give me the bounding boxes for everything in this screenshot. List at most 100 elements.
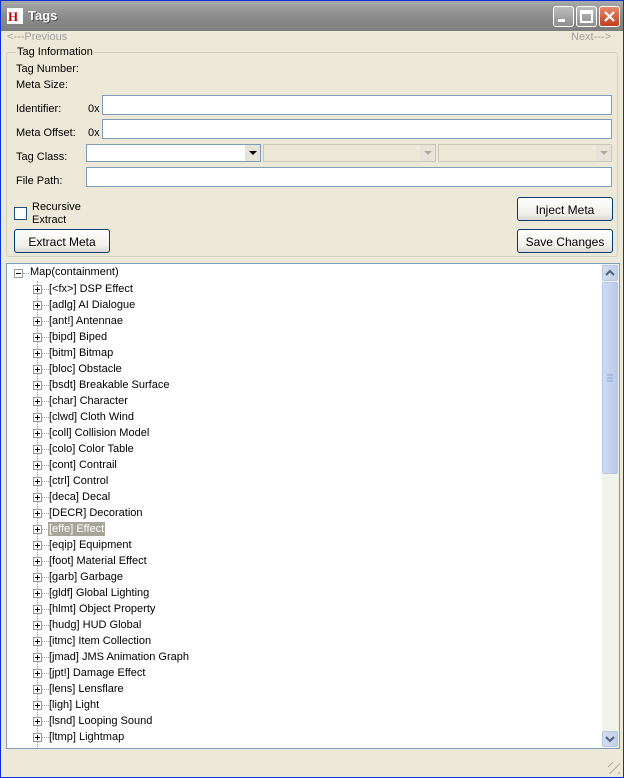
expand-icon[interactable] <box>33 493 42 502</box>
tree-item[interactable]: [gldf] Global Lighting <box>7 585 597 601</box>
expand-icon[interactable] <box>33 477 42 486</box>
tree-item[interactable]: [DECR] Decoration <box>7 505 597 521</box>
maximize-button[interactable] <box>576 6 597 27</box>
tree-item[interactable]: [coll] Collision Model <box>7 425 597 441</box>
file-path-input[interactable] <box>86 167 612 187</box>
tree-item-label: [hudg] HUD Global <box>49 619 142 631</box>
tree-item[interactable]: [jmad] JMS Animation Graph <box>7 649 597 665</box>
svg-text:H: H <box>8 9 18 24</box>
tree-item[interactable]: [adlg] AI Dialogue <box>7 297 597 313</box>
expand-icon[interactable] <box>33 541 42 550</box>
previous-link[interactable]: <---Previous <box>7 31 67 43</box>
tree-item[interactable]: [ant!] Antennae <box>7 313 597 329</box>
tag-tree[interactable]: Map(containment) [<fx>] DSP Effect [adlg]… <box>6 263 620 749</box>
expand-icon[interactable] <box>33 461 42 470</box>
expand-icon[interactable] <box>33 365 42 374</box>
tree-item[interactable]: [lsnd] Looping Sound <box>7 713 597 729</box>
tree-item-label: [clwd] Cloth Wind <box>49 411 134 423</box>
expand-icon[interactable] <box>33 381 42 390</box>
chevron-down-icon <box>420 145 435 161</box>
tree-item-label: [gldf] Global Lighting <box>49 587 150 599</box>
expand-icon[interactable] <box>33 637 42 646</box>
tree-item[interactable]: [<fx>] DSP Effect <box>7 281 597 297</box>
title-bar[interactable]: H Tags <box>1 1 623 31</box>
expand-icon[interactable] <box>33 605 42 614</box>
chevron-down-icon <box>596 145 611 161</box>
meta-offset-input[interactable] <box>102 119 612 139</box>
tree-item-label: [lsnd] Looping Sound <box>49 715 153 727</box>
tree-item[interactable]: [bitm] Bitmap <box>7 345 597 361</box>
tree-item[interactable]: [clwd] Cloth Wind <box>7 409 597 425</box>
tree-item-label: [<fx>] DSP Effect <box>49 283 133 295</box>
tree-item[interactable]: [itmc] Item Collection <box>7 633 597 649</box>
expand-icon[interactable] <box>33 285 42 294</box>
inject-meta-button[interactable]: Inject Meta <box>517 197 613 221</box>
tree-item-label: [char] Character <box>49 395 128 407</box>
tag-class-label: Tag Class: <box>16 151 68 163</box>
expand-icon[interactable] <box>33 333 42 342</box>
tree-item[interactable]: [colo] Color Table <box>7 441 597 457</box>
expand-icon[interactable] <box>33 413 42 422</box>
tree-item-label: [foot] Material Effect <box>49 555 147 567</box>
save-changes-button[interactable]: Save Changes <box>517 229 613 253</box>
expand-icon[interactable] <box>33 701 42 710</box>
tree-item[interactable]: [lens] Lensflare <box>7 681 597 697</box>
tree-item[interactable]: [ltmp] Lightmap <box>7 729 597 745</box>
scroll-up-button[interactable] <box>602 265 618 281</box>
tree-item[interactable]: [eqip] Equipment <box>7 537 597 553</box>
tree-item[interactable]: [hlmt] Object Property <box>7 601 597 617</box>
tree-item-label: [hlmt] Object Property <box>49 603 156 615</box>
expand-icon[interactable] <box>33 557 42 566</box>
identifier-input[interactable] <box>102 95 612 115</box>
expand-icon[interactable] <box>33 573 42 582</box>
tag-information-label: Tag Information <box>16 46 94 58</box>
expand-icon[interactable] <box>33 349 42 358</box>
meta-size-label: Meta Size: <box>16 79 68 91</box>
collapse-icon[interactable] <box>14 269 23 278</box>
tree-item[interactable]: [char] Character <box>7 393 597 409</box>
tree-item-label: [ligh] Light <box>49 699 100 711</box>
close-button[interactable] <box>599 6 620 27</box>
resize-grip-icon[interactable] <box>608 762 620 774</box>
expand-icon[interactable] <box>33 445 42 454</box>
tree-item[interactable]: [jpt!] Damage Effect <box>7 665 597 681</box>
expand-icon[interactable] <box>33 685 42 694</box>
expand-icon[interactable] <box>33 301 42 310</box>
expand-icon[interactable] <box>33 509 42 518</box>
expand-icon[interactable] <box>33 525 42 534</box>
expand-icon[interactable] <box>33 589 42 598</box>
expand-icon[interactable] <box>33 717 42 726</box>
tree-item[interactable]: [cont] Contrail <box>7 457 597 473</box>
tree-item[interactable]: [deca] Decal <box>7 489 597 505</box>
recursive-extract-checkbox[interactable] <box>14 207 27 220</box>
scroll-thumb[interactable] <box>602 282 618 474</box>
scroll-down-button[interactable] <box>602 731 618 747</box>
tree-item[interactable]: [bloc] Obstacle <box>7 361 597 377</box>
tag-class-select[interactable] <box>86 144 261 162</box>
tree-item-label: [effe] Effect <box>48 522 106 536</box>
tree-item-label: [eqip] Equipment <box>49 539 132 551</box>
chevron-down-icon[interactable] <box>245 145 260 161</box>
tree-item[interactable]: [bipd] Biped <box>7 329 597 345</box>
expand-icon[interactable] <box>33 429 42 438</box>
tree-item[interactable]: [ligh] Light <box>7 697 597 713</box>
tree-item[interactable]: [ctrl] Control <box>7 473 597 489</box>
expand-icon[interactable] <box>33 669 42 678</box>
extract-meta-button[interactable]: Extract Meta <box>14 229 110 253</box>
tree-item[interactable]: [hudg] HUD Global <box>7 617 597 633</box>
expand-icon[interactable] <box>33 397 42 406</box>
tree-item[interactable]: [garb] Garbage <box>7 569 597 585</box>
next-link[interactable]: Next---> <box>571 31 611 43</box>
tree-item[interactable]: [foot] Material Effect <box>7 553 597 569</box>
expand-icon[interactable] <box>33 621 42 630</box>
meta-offset-hex-prefix: 0x <box>88 127 100 139</box>
tree-vertical-scrollbar[interactable] <box>602 264 619 748</box>
tree-item[interactable]: [effe] Effect <box>7 521 597 537</box>
minimize-icon <box>558 19 565 22</box>
minimize-button[interactable] <box>553 6 574 27</box>
expand-icon[interactable] <box>33 733 42 742</box>
file-path-label: File Path: <box>16 175 63 187</box>
tree-item[interactable]: [bsdt] Breakable Surface <box>7 377 597 393</box>
expand-icon[interactable] <box>33 317 42 326</box>
expand-icon[interactable] <box>33 653 42 662</box>
